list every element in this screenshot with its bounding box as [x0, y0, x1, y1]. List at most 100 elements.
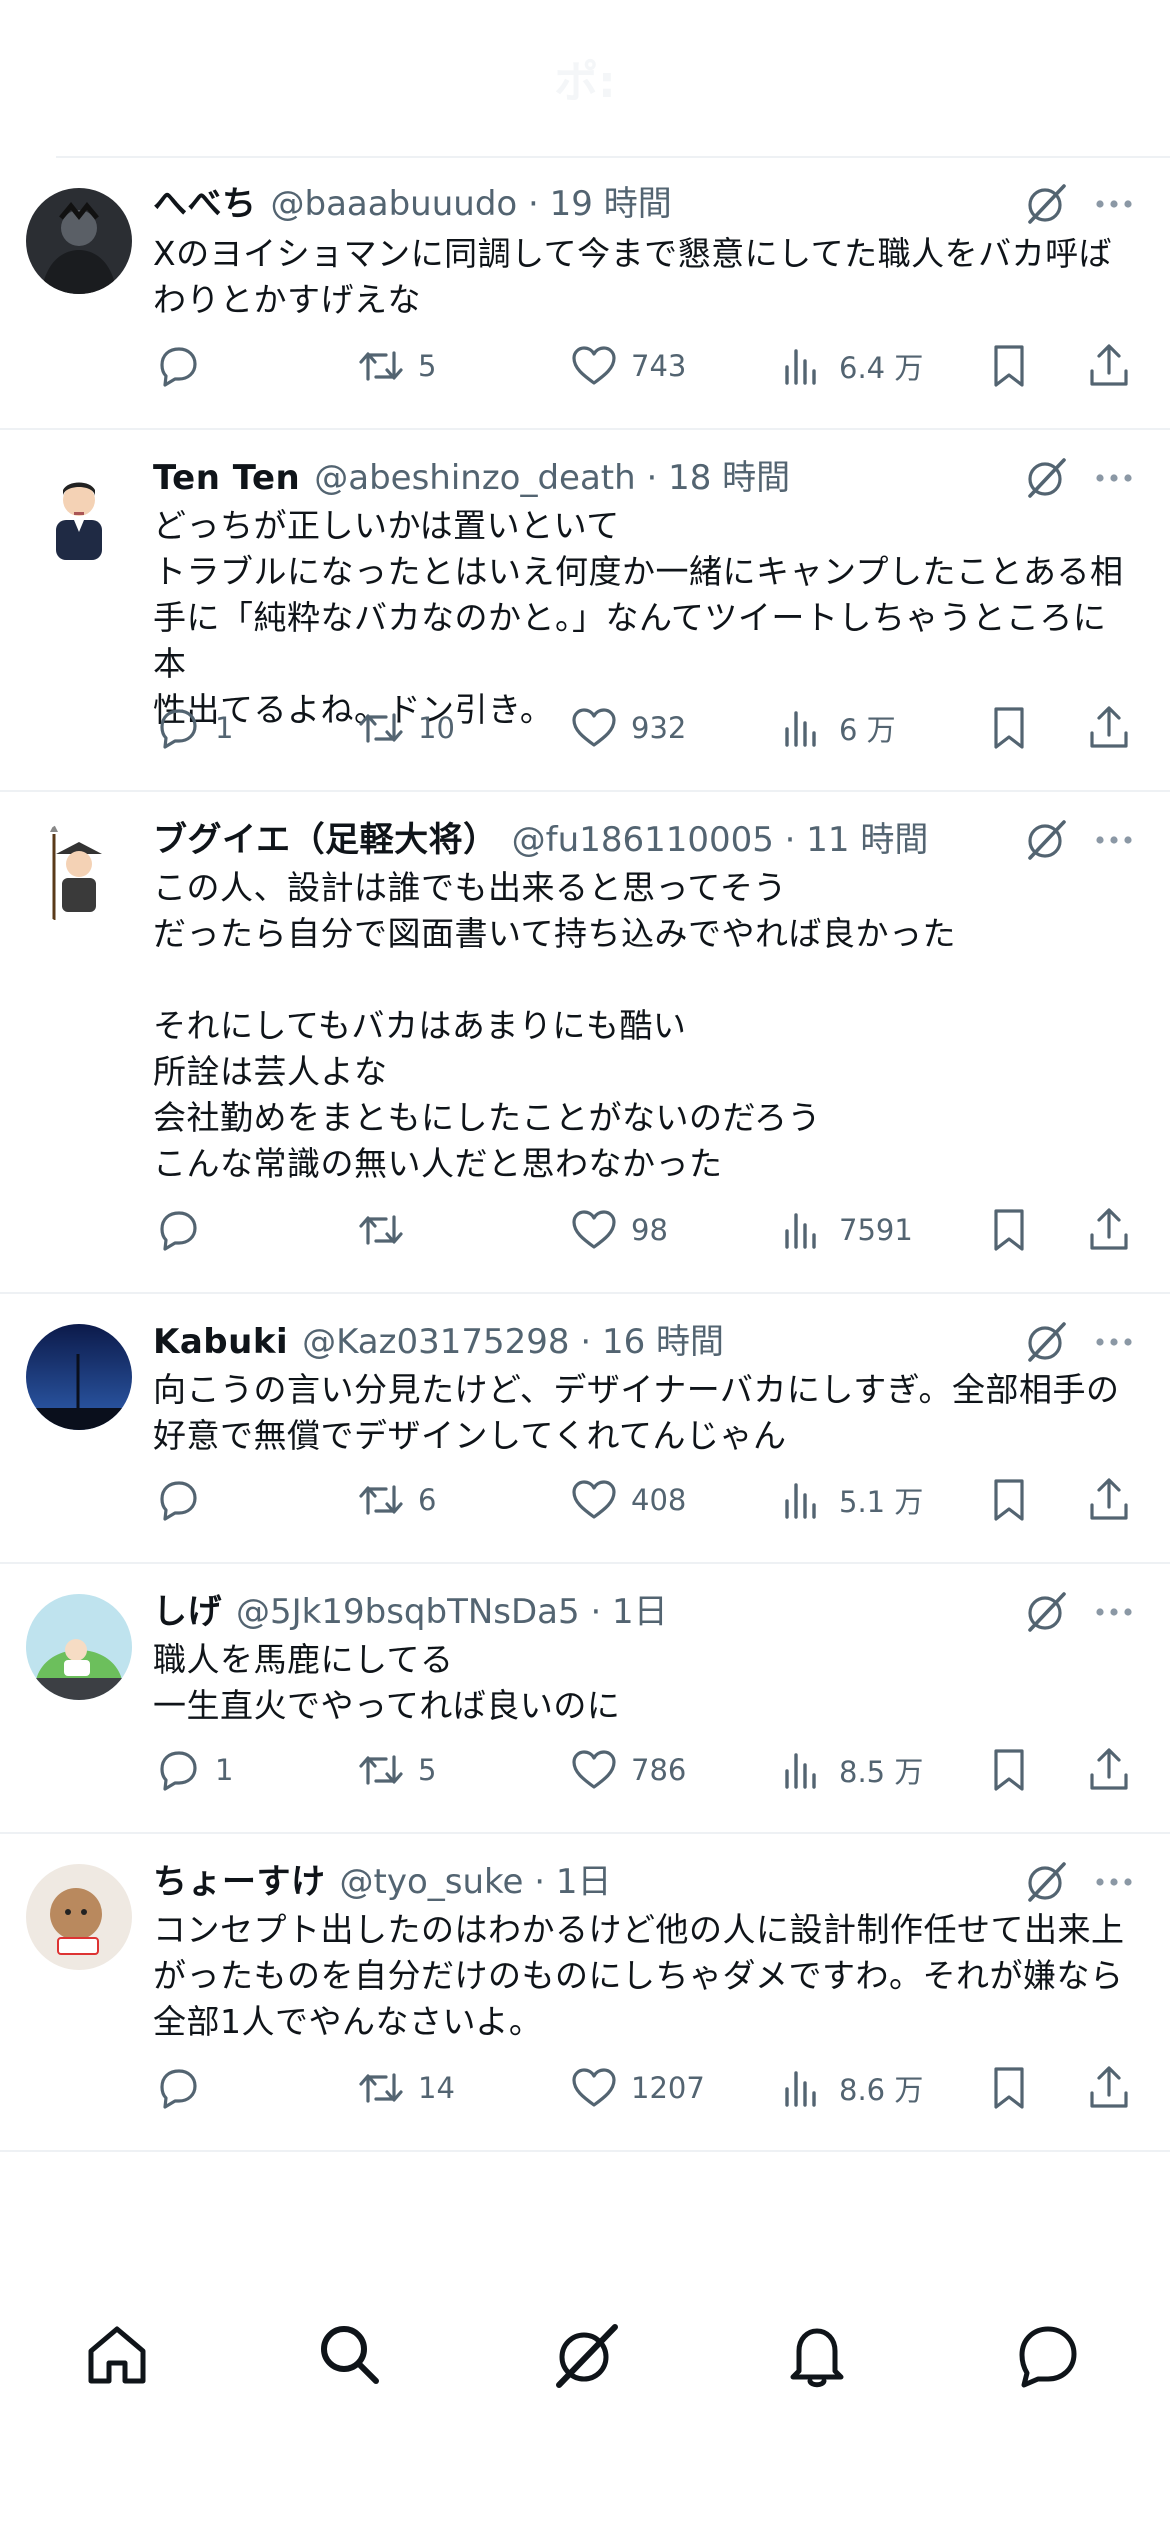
- action-bar: 6 408 5.1 万: [0, 1470, 1170, 1530]
- views-button[interactable]: 5.1 万: [777, 1470, 923, 1530]
- grok-icon[interactable]: [1022, 454, 1070, 502]
- more-dots-icon[interactable]: [1090, 180, 1138, 228]
- bookmark-button[interactable]: [984, 2058, 1034, 2118]
- reply-bubble-icon: [160, 347, 197, 387]
- retweet-button[interactable]: 10: [356, 698, 455, 758]
- tab-grok[interactable]: [545, 2315, 625, 2395]
- retweet-button[interactable]: 5: [356, 1740, 436, 1800]
- reply-button[interactable]: [153, 1470, 215, 1530]
- tweet-text: Xのヨイショマンに同調して今まで懇意にしてた職人をバカ呼ば わりとかすげえな: [153, 234, 1113, 319]
- tab-home[interactable]: [77, 2315, 157, 2395]
- more-dots-icon[interactable]: [1090, 816, 1138, 864]
- tweet[interactable]: しげ @5Jk19bsqbTNsDa5 · 1日 職人を馬鹿にしてる 一生直火で…: [0, 1564, 1170, 1834]
- grok-icon[interactable]: [1022, 816, 1070, 864]
- views-count: 6.4 万: [839, 351, 924, 385]
- tweet[interactable]: Kabuki @Kaz03175298 · 16 時間 向こうの言い分見たけど、…: [0, 1294, 1170, 1564]
- like-button[interactable]: 932: [569, 698, 686, 758]
- handle-and-time[interactable]: @fu186110005 · 11 時間: [512, 814, 929, 866]
- heart-icon: [572, 708, 616, 747]
- tweet[interactable]: ブグイエ（足軽大将） @fu186110005 · 11 時間 この人、設計は誰…: [0, 792, 1170, 1294]
- bookmark-button[interactable]: [984, 1470, 1034, 1530]
- grok-icon[interactable]: [1022, 180, 1070, 228]
- bookmark-button[interactable]: [984, 1200, 1034, 1260]
- display-name[interactable]: Kabuki: [153, 1316, 288, 1368]
- views-count: 6 万: [839, 713, 896, 747]
- handle-and-time[interactable]: @5Jk19bsqbTNsDa5 · 1日: [236, 1586, 668, 1638]
- more-dots-icon[interactable]: [1090, 1318, 1138, 1366]
- share-button[interactable]: [1084, 2058, 1134, 2118]
- views-button[interactable]: 8.6 万: [777, 2058, 923, 2118]
- like-button[interactable]: 1207: [569, 2058, 705, 2118]
- share-button[interactable]: [1084, 1470, 1134, 1530]
- share-button[interactable]: [1084, 1200, 1134, 1260]
- bottom-tab-bar: [0, 2290, 1170, 2420]
- retweet-button[interactable]: 14: [356, 2058, 455, 2118]
- views-button[interactable]: 6 万: [777, 698, 896, 758]
- tweet[interactable]: Ten Ten @abeshinzo_death · 18 時間 どっちが正しい…: [0, 430, 1170, 792]
- tweet-header: ブグイエ（足軽大将） @fu186110005 · 11 時間: [153, 814, 1000, 866]
- more-dots-icon[interactable]: [1090, 1858, 1138, 1906]
- reply-button[interactable]: [153, 336, 215, 396]
- avatar[interactable]: [26, 1594, 132, 1700]
- views-button[interactable]: 8.5 万: [777, 1740, 923, 1800]
- grok-icon[interactable]: [1022, 1588, 1070, 1636]
- more-dots-icon[interactable]: [1090, 454, 1138, 502]
- avatar[interactable]: [26, 188, 132, 294]
- reply-button[interactable]: [153, 1200, 215, 1260]
- avatar[interactable]: [26, 458, 132, 564]
- views-bar-icon: [785, 349, 816, 385]
- avatar[interactable]: [26, 820, 132, 926]
- avatar[interactable]: [26, 1324, 132, 1430]
- reply-count: 1: [215, 1753, 234, 1787]
- retweet-count: 5: [418, 349, 437, 383]
- more-dots-icon[interactable]: [1090, 1588, 1138, 1636]
- tab-messages[interactable]: [1008, 2315, 1088, 2395]
- like-button[interactable]: 743: [569, 336, 686, 396]
- display-name[interactable]: ブグイエ（足軽大将）: [153, 814, 498, 866]
- bookmark-button[interactable]: [984, 698, 1034, 758]
- display-name[interactable]: へべち: [153, 178, 257, 230]
- display-name[interactable]: しげ: [153, 1586, 222, 1638]
- views-button[interactable]: 6.4 万: [777, 336, 923, 396]
- display-name[interactable]: ちょーすけ: [153, 1856, 326, 1908]
- reply-button[interactable]: [153, 2058, 215, 2118]
- display-name[interactable]: Ten Ten: [153, 452, 300, 504]
- handle-and-time[interactable]: @tyo_suke · 1日: [340, 1856, 612, 1908]
- bookmark-icon: [994, 1209, 1024, 1251]
- retweet-button[interactable]: 6: [356, 1470, 436, 1530]
- retweet-icon: [359, 351, 403, 381]
- like-button[interactable]: 98: [569, 1200, 668, 1260]
- tweet[interactable]: へべち @baaabuuudo · 19 時間 Xのヨイショマンに同調して今まで…: [0, 158, 1170, 430]
- grok-icon[interactable]: [1022, 1858, 1070, 1906]
- avatar[interactable]: [26, 1864, 132, 1970]
- tweet[interactable]: ちょーすけ @tyo_suke · 1日 コンセプト出したのはわかるけど他の人に…: [0, 1834, 1170, 2152]
- action-bar: 1 5 786 8.5 万: [0, 1740, 1170, 1800]
- reply-button[interactable]: 1: [153, 1740, 233, 1800]
- handle-and-time[interactable]: @baaabuuudo · 19 時間: [271, 178, 672, 230]
- home-icon: [88, 2326, 146, 2384]
- share-icon: [1090, 344, 1128, 386]
- like-count: 932: [631, 711, 687, 745]
- tab-notifications[interactable]: [777, 2315, 857, 2395]
- action-bar: 5 743 6.4 万: [0, 336, 1170, 396]
- like-count: 1207: [631, 2071, 705, 2105]
- share-icon: [1090, 1208, 1128, 1250]
- reply-bubble-icon: [160, 1211, 197, 1251]
- retweet-button[interactable]: 5: [356, 336, 436, 396]
- like-button[interactable]: 408: [569, 1470, 686, 1530]
- bookmark-button[interactable]: [984, 336, 1034, 396]
- retweet-button[interactable]: [356, 1200, 418, 1260]
- handle-and-time[interactable]: @abeshinzo_death · 18 時間: [314, 452, 790, 504]
- share-button[interactable]: [1084, 336, 1134, 396]
- like-button[interactable]: 786: [569, 1740, 686, 1800]
- share-button[interactable]: [1084, 1740, 1134, 1800]
- views-button[interactable]: 7591: [777, 1200, 913, 1260]
- reply-button[interactable]: 1: [153, 698, 233, 758]
- grok-icon[interactable]: [1022, 1318, 1070, 1366]
- handle-and-time[interactable]: @Kaz03175298 · 16 時間: [302, 1316, 724, 1368]
- share-button[interactable]: [1084, 698, 1134, 758]
- action-bar: 1 10 932 6 万: [0, 698, 1170, 758]
- tweet-header: Ten Ten @abeshinzo_death · 18 時間: [153, 452, 1000, 504]
- bookmark-button[interactable]: [984, 1740, 1034, 1800]
- tab-search[interactable]: [310, 2315, 390, 2395]
